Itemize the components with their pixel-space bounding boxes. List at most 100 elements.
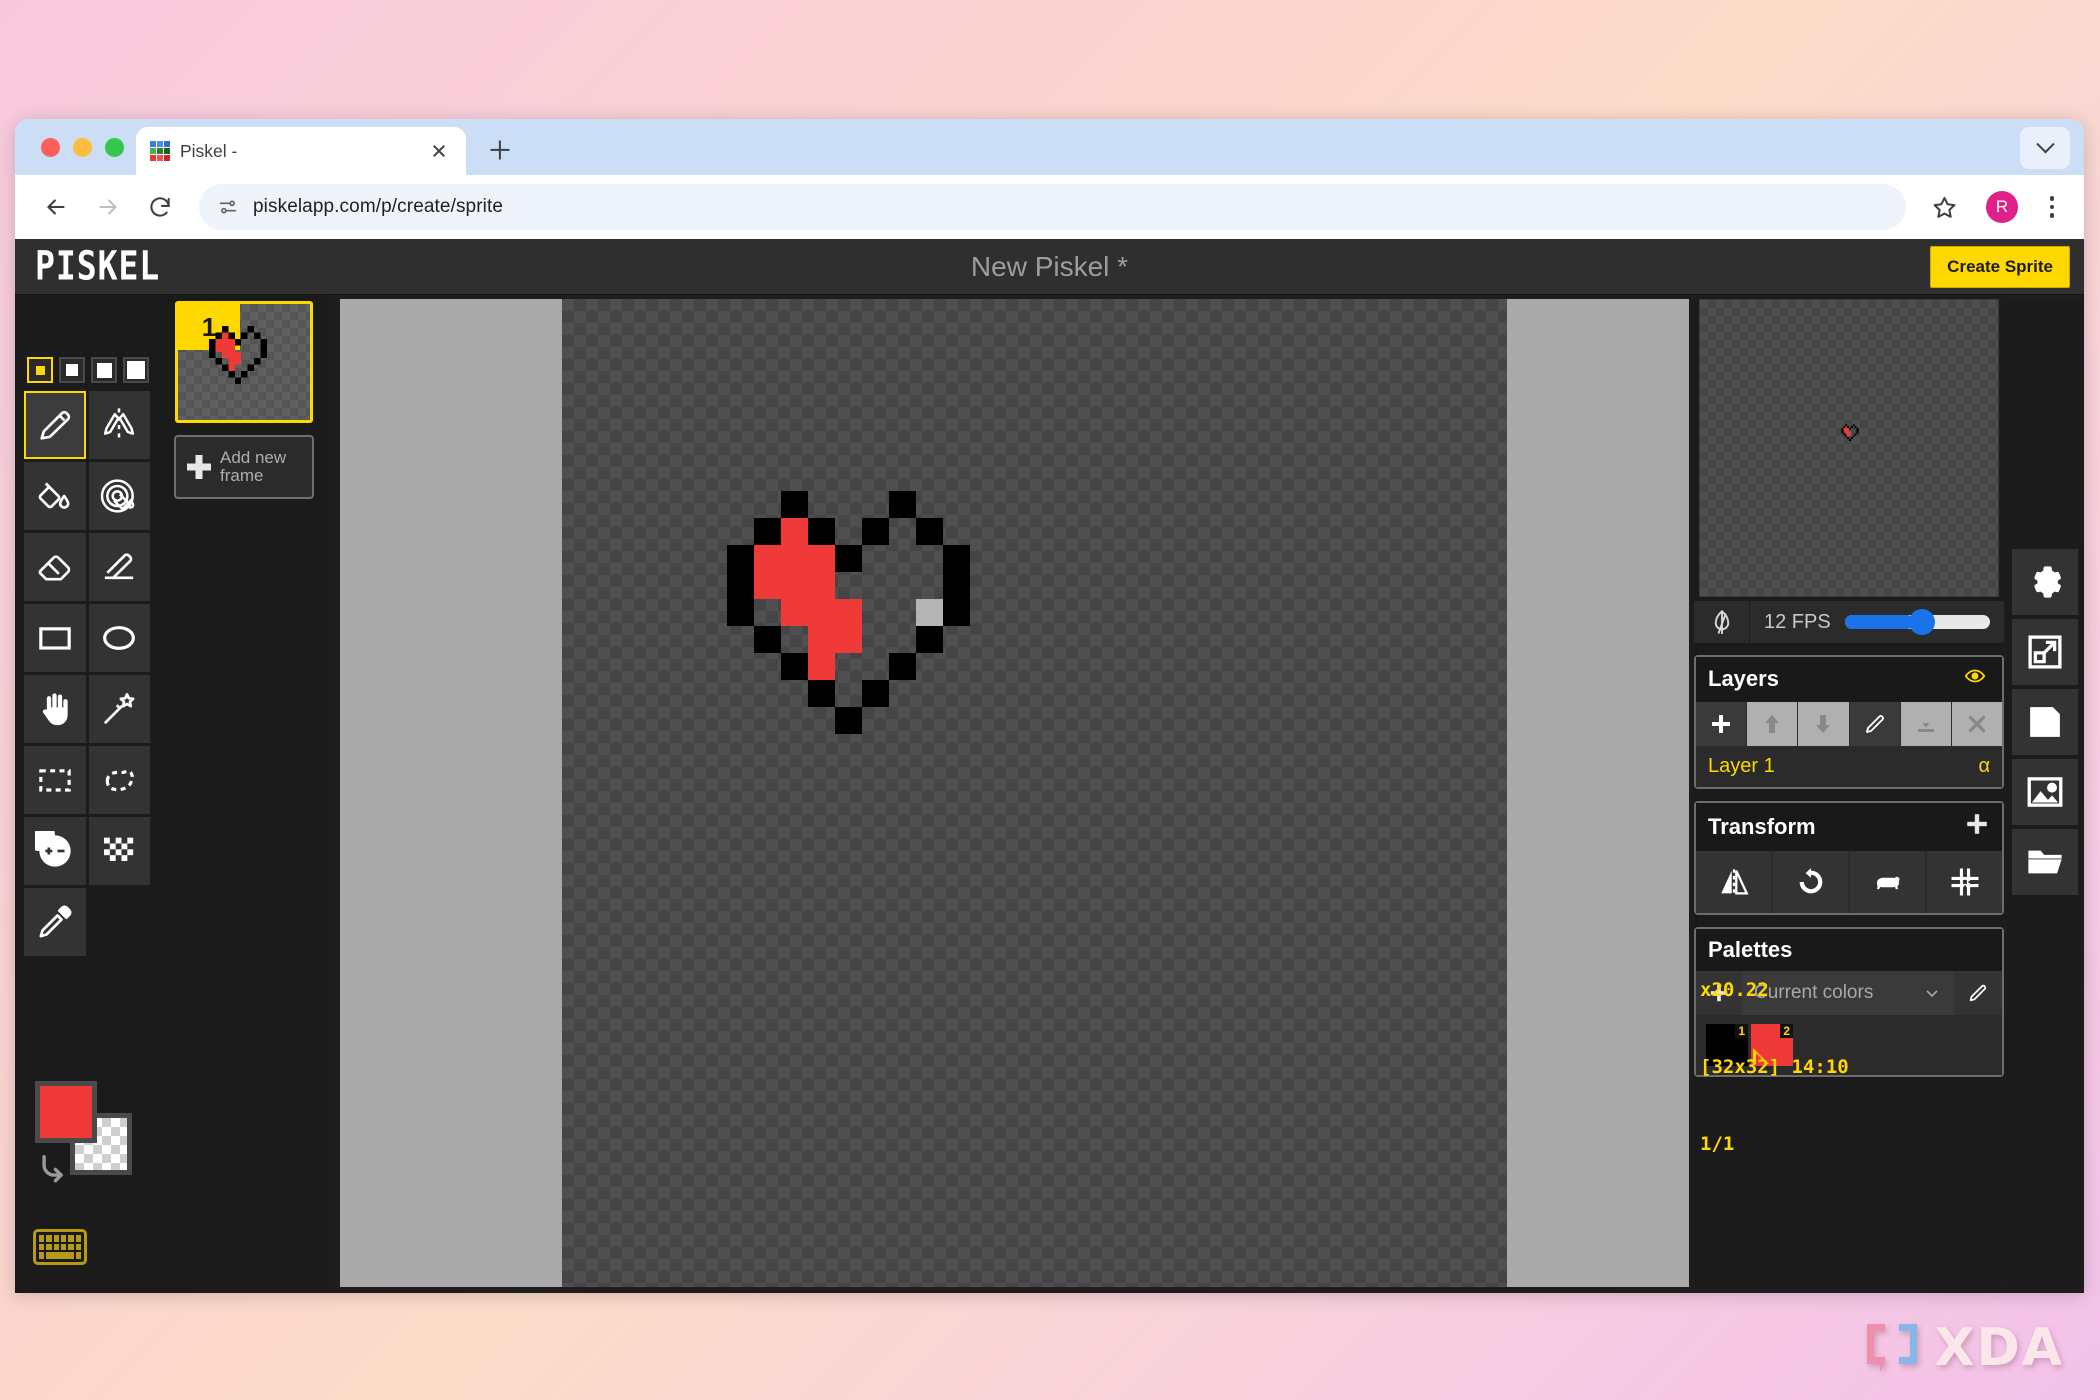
canvas-area bbox=[340, 299, 1689, 1287]
app-body: 1 bbox=[15, 295, 2084, 1293]
pen-size-1-button[interactable] bbox=[27, 357, 53, 383]
onion-skin-icon[interactable] bbox=[1694, 601, 1750, 643]
sprite-pixel bbox=[781, 653, 808, 680]
center-button[interactable] bbox=[1927, 851, 2002, 913]
sprite-pixel bbox=[727, 572, 754, 599]
rotate-button[interactable] bbox=[1773, 851, 1850, 913]
xda-wordmark: XDA bbox=[1935, 1318, 2065, 1378]
lasso-select-tool[interactable] bbox=[89, 746, 151, 814]
minimize-window-button[interactable] bbox=[73, 138, 92, 157]
profile-avatar[interactable]: R bbox=[1986, 191, 2018, 223]
stroke-tool[interactable] bbox=[89, 533, 151, 601]
maximize-window-button[interactable] bbox=[105, 138, 124, 157]
rename-layer-button[interactable] bbox=[1850, 702, 1901, 746]
merge-layer-button[interactable] bbox=[1901, 702, 1952, 746]
sprite-pixel bbox=[808, 626, 835, 653]
rectangle-tool[interactable] bbox=[24, 604, 86, 672]
create-sprite-button[interactable]: Create Sprite bbox=[1930, 246, 2070, 288]
browser-window: Piskel - piskelapp.com/p/create/sprite R bbox=[15, 119, 2084, 1293]
app-header: PISKEL New Piskel * Create Sprite bbox=[15, 239, 2084, 295]
reload-button[interactable] bbox=[137, 184, 183, 230]
frame-counter: 1/1 bbox=[1700, 1132, 1849, 1158]
eraser-tool[interactable] bbox=[24, 533, 86, 601]
close-window-button[interactable] bbox=[41, 138, 60, 157]
sprite-pixel bbox=[781, 599, 808, 626]
color-picker-panel bbox=[15, 1033, 159, 1293]
resize-button[interactable] bbox=[2012, 619, 2078, 685]
frame-sprite-preview bbox=[206, 326, 270, 389]
back-button[interactable] bbox=[33, 184, 79, 230]
clone-sheep-button[interactable] bbox=[1850, 851, 1927, 913]
paint-bucket-tool[interactable] bbox=[24, 462, 86, 530]
primary-color-swatch[interactable] bbox=[35, 1081, 97, 1143]
vertical-mirror-pen-tool[interactable] bbox=[89, 391, 151, 459]
plus-icon bbox=[186, 454, 212, 480]
pen-tool[interactable] bbox=[24, 391, 86, 459]
fps-slider[interactable] bbox=[1845, 615, 1990, 629]
move-layer-down-button[interactable] bbox=[1798, 702, 1849, 746]
piskel-logo: PISKEL bbox=[35, 244, 160, 290]
document-title: New Piskel * bbox=[15, 251, 2084, 283]
add-layer-button[interactable] bbox=[1696, 702, 1747, 746]
open-button[interactable] bbox=[2012, 829, 2078, 895]
add-new-frame-button[interactable]: Add new frame bbox=[174, 435, 314, 499]
browser-tab[interactable]: Piskel - bbox=[136, 127, 466, 175]
move-tool[interactable] bbox=[24, 675, 86, 743]
animation-preview[interactable] bbox=[1699, 299, 1999, 597]
dithering-tool[interactable] bbox=[89, 817, 151, 885]
address-bar[interactable]: piskelapp.com/p/create/sprite bbox=[199, 184, 1906, 230]
sprite-pixel bbox=[916, 518, 943, 545]
circle-tool[interactable] bbox=[89, 604, 151, 672]
xda-watermark: XDA bbox=[1863, 1318, 2065, 1378]
new-tab-button[interactable] bbox=[478, 128, 522, 172]
magic-wand-tool[interactable] bbox=[89, 675, 151, 743]
transform-toolbar bbox=[1696, 851, 2002, 913]
sprite-pixel bbox=[943, 545, 970, 572]
layer-item[interactable]: Layer 1 α bbox=[1696, 746, 2002, 787]
layer-name: Layer 1 bbox=[1708, 755, 1775, 778]
paint-all-similar-pixels-tool[interactable] bbox=[89, 462, 151, 530]
sprite-pixel bbox=[781, 518, 808, 545]
settings-button[interactable] bbox=[2012, 549, 2078, 615]
browser-tab-strip: Piskel - bbox=[15, 119, 2084, 175]
save-button[interactable] bbox=[2012, 689, 2078, 755]
pen-size-3-button[interactable] bbox=[91, 357, 117, 383]
bookmark-star-icon[interactable] bbox=[1922, 185, 1966, 229]
drawing-canvas[interactable] bbox=[562, 299, 1507, 1287]
rectangle-select-tool[interactable] bbox=[24, 746, 86, 814]
move-layer-up-button[interactable] bbox=[1747, 702, 1798, 746]
right-sidebar: 12 FPS Layers bbox=[1694, 299, 2004, 1287]
close-tab-button[interactable] bbox=[426, 138, 452, 164]
pen-size-selector bbox=[15, 295, 159, 383]
sprite-pixel bbox=[781, 572, 808, 599]
color-picker-tool[interactable] bbox=[24, 888, 86, 956]
sprite-pixel bbox=[781, 545, 808, 572]
swap-colors-icon[interactable] bbox=[37, 1151, 71, 1185]
sprite-pixel bbox=[835, 599, 862, 626]
add-new-frame-label: Add new frame bbox=[220, 449, 302, 486]
tab-search-button[interactable] bbox=[2020, 127, 2070, 169]
resize-icon bbox=[2024, 631, 2066, 673]
export-button[interactable] bbox=[2012, 759, 2078, 825]
layer-opacity-toggle[interactable]: α bbox=[1978, 755, 1990, 778]
pen-size-4-button[interactable] bbox=[123, 357, 149, 383]
frames-sidebar: 1 bbox=[159, 295, 329, 1293]
edit-palette-button[interactable] bbox=[1954, 971, 2002, 1015]
sprite-pixel bbox=[781, 491, 808, 518]
fps-slider-knob[interactable] bbox=[1909, 609, 1935, 635]
flip-horizontal-button[interactable] bbox=[1696, 851, 1773, 913]
keyboard-shortcuts-icon[interactable] bbox=[33, 1229, 87, 1265]
sprite-pixel bbox=[862, 518, 889, 545]
eye-icon[interactable] bbox=[1960, 665, 1990, 693]
browser-menu-button[interactable] bbox=[2038, 185, 2066, 229]
fps-label: 12 FPS bbox=[1750, 611, 1845, 634]
lighten-darken-tool[interactable] bbox=[24, 817, 86, 885]
sprite-pixel bbox=[835, 626, 862, 653]
site-settings-icon[interactable] bbox=[217, 196, 239, 218]
sprite-pixel bbox=[808, 653, 835, 680]
plus-icon[interactable] bbox=[1964, 811, 1990, 843]
frame-thumbnail-1[interactable]: 1 bbox=[175, 301, 313, 423]
forward-button[interactable] bbox=[85, 184, 131, 230]
pen-size-2-button[interactable] bbox=[59, 357, 85, 383]
delete-layer-button[interactable] bbox=[1952, 702, 2002, 746]
